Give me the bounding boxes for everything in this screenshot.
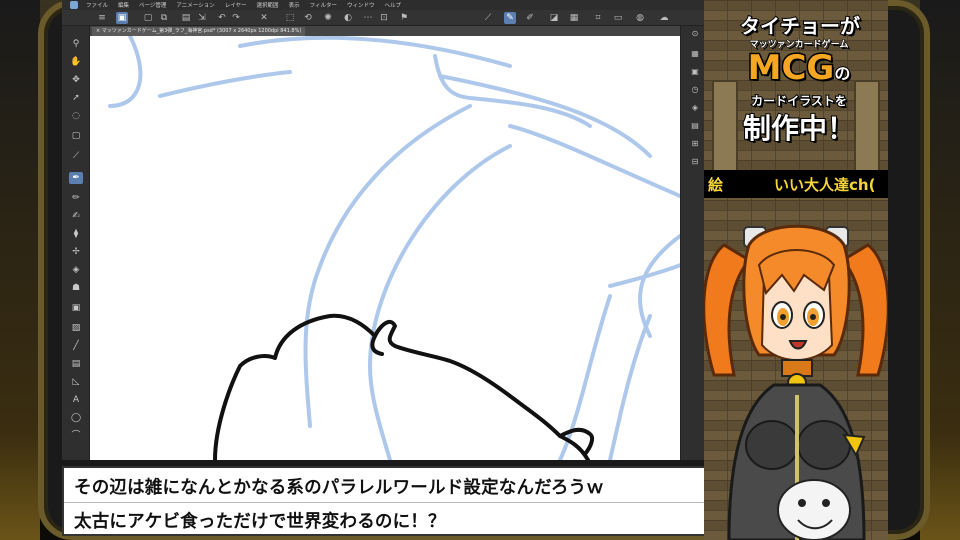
move-tool-icon[interactable]: ✥ [70,74,82,86]
title-bottom: 制作中！ [742,112,856,146]
material-icon[interactable]: ⊟ [689,156,701,168]
caption-box: その辺は雑になんとかなる系のパラレルワールド設定なんだろうｗ 太古にアケビ食った… [62,466,712,536]
selection-tool-icon[interactable]: ▢ [70,130,82,142]
settings-icon[interactable]: ✺ [322,12,334,24]
pen-mode-icon[interactable]: ✎ [504,12,516,24]
title-top: タイチョーが [739,13,861,39]
canvas-tab[interactable]: × マッツァンカードゲーム_第3弾_ラフ_海神宮.psd* (3007 x 26… [92,27,306,36]
caption-line-2: 太古にアケビ食っただけで世界変わるのに！？ [74,512,446,532]
export-icon[interactable]: ⇲ [196,12,208,24]
crop-icon[interactable]: ⊡ [378,12,390,24]
search-layer-icon[interactable]: ⊞ [689,138,701,150]
zoom-tool-icon[interactable]: ⚲ [70,38,82,50]
menu-filter[interactable]: フィルター [310,1,337,9]
ticker-text-right: いい大人達ch( [774,176,876,194]
title-mcg: MCG [746,48,836,88]
flag-icon[interactable]: ⚑ [398,12,410,24]
fill-icon[interactable]: ▦ [568,12,580,24]
menu-layer[interactable]: レイヤー [225,1,247,9]
correct-line-tool-icon[interactable]: ⌒ [70,430,82,442]
select-layer-icon[interactable]: ▣ [116,12,128,24]
fill-tool-icon[interactable]: ▣ [70,302,82,314]
menu-view[interactable]: 表示 [289,1,300,9]
clip-studio-window: ファイル 編集 ページ管理 アニメーション レイヤー 選択範囲 表示 フィルター… [62,0,708,460]
grid-icon[interactable]: ⋯ [362,12,374,24]
lasso-tool-icon[interactable]: ◌ [70,110,82,122]
app-logo-icon [70,1,78,9]
menu-window[interactable]: ウィンドウ [347,1,375,9]
timeline-icon[interactable]: ▭ [612,12,624,24]
hand-tool-icon[interactable]: ✋ [70,56,82,68]
menu-edit[interactable]: 編集 [118,1,129,9]
tool-palette: ⚲ ✋ ✥ ➚ ◌ ▢ ⟋ ✒ ✏ ✍ ⧫ ✢ ◈ ☗ ▣ ▨ ╱ ▤ ◺ A … [62,26,90,460]
layer-color-icon[interactable]: ◪ [548,12,560,24]
blend-tool-icon[interactable]: ☗ [70,282,82,294]
airbrush-tool-icon[interactable]: ⧫ [70,228,82,240]
title-no: の [833,63,851,84]
transform-icon[interactable]: ⬚ [284,12,296,24]
layer-property-icon[interactable]: ◈ [689,102,701,114]
menu-file[interactable]: ファイル [86,1,108,9]
stream-overlay-panel: タイチョーが マッツァンカードゲーム MCGの カードイラストを 制作中！ 絵 … [704,0,888,540]
menu-page[interactable]: ページ管理 [139,1,166,9]
decoration-tool-icon[interactable]: ✢ [70,246,82,258]
invert-icon[interactable]: ◐ [342,12,354,24]
overlay-title: タイチョーが マッツァンカードゲーム MCGの カードイラストを 制作中！ [724,10,874,146]
gradient-tool-icon[interactable]: ▨ [70,322,82,334]
menu-selection[interactable]: 選択範囲 [257,1,279,9]
reference-icon[interactable]: ⌗ [592,12,604,24]
pen-tool-icon[interactable]: ✒ [69,172,83,184]
cloud-icon[interactable]: ☁ [658,12,670,24]
brush-tool-icon[interactable]: ✍ [70,210,82,222]
brush-mode-icon[interactable]: ✐ [524,12,536,24]
caption-divider [64,502,710,503]
menu-animation[interactable]: アニメーション [176,1,214,9]
redo-icon[interactable]: ↷ [230,12,242,24]
figure-tool-icon[interactable]: ╱ [70,340,82,352]
undo-icon[interactable]: ↶ [216,12,228,24]
open-icon[interactable]: ⧉ [158,12,170,24]
title-card: カードイラストを [750,93,848,109]
pixel-character [704,224,888,540]
history-icon[interactable]: ◷ [689,84,701,96]
title-mcg-logo: MCGの [724,48,874,92]
command-bar: ≡ ▣ ▢ ⧉ ▤ ⇲ ↶ ↷ ✕ ⬚ ⟲ ✺ ◐ ⋯ ⊡ ⚑ ⟋ ✎ ✐ ◪ … [62,10,708,26]
text-tool-icon[interactable]: A [70,394,82,406]
ruler-icon[interactable]: ⟋ [482,12,494,24]
canvas[interactable] [90,36,680,460]
clear-icon[interactable]: ✕ [258,12,270,24]
sketch-drawing [90,36,680,460]
subview-icon[interactable]: ▣ [689,66,701,78]
save-icon[interactable]: ▤ [180,12,192,24]
operation-tool-icon[interactable]: ➚ [70,92,82,104]
new-icon[interactable]: ▢ [142,12,154,24]
menu-icon[interactable]: ≡ [96,12,108,24]
palette-icon[interactable]: ◍ [634,12,646,24]
ticker-text-left: 絵 [708,176,724,194]
rotate-icon[interactable]: ⟲ [302,12,314,24]
eyedropper-tool-icon[interactable]: ⟋ [70,150,82,162]
panel-icon[interactable]: ▦ [689,48,701,60]
navigator-icon[interactable]: ⊙ [689,28,701,40]
caption-line-1: その辺は雑になんとかなる系のパラレルワールド設定なんだろうｗ [74,478,604,498]
frame-tool-icon[interactable]: ▤ [70,358,82,370]
ruler-tool-icon[interactable]: ◺ [70,376,82,388]
layer-icon[interactable]: ▤ [689,120,701,132]
scrolling-ticker: 絵 いい大人達ch( [704,170,888,198]
pencil-tool-icon[interactable]: ✏ [70,192,82,204]
menu-bar: ファイル 編集 ページ管理 アニメーション レイヤー 選択範囲 表示 フィルター… [62,0,708,10]
frame-glow-left [0,0,40,540]
eraser-tool-icon[interactable]: ◈ [70,264,82,276]
balloon-tool-icon[interactable]: ◯ [70,412,82,424]
menu-help[interactable]: ヘルプ [384,1,401,9]
canvas-tab-bar: × マッツァンカードゲーム_第3弾_ラフ_海神宮.psd* (3007 x 26… [90,26,680,36]
